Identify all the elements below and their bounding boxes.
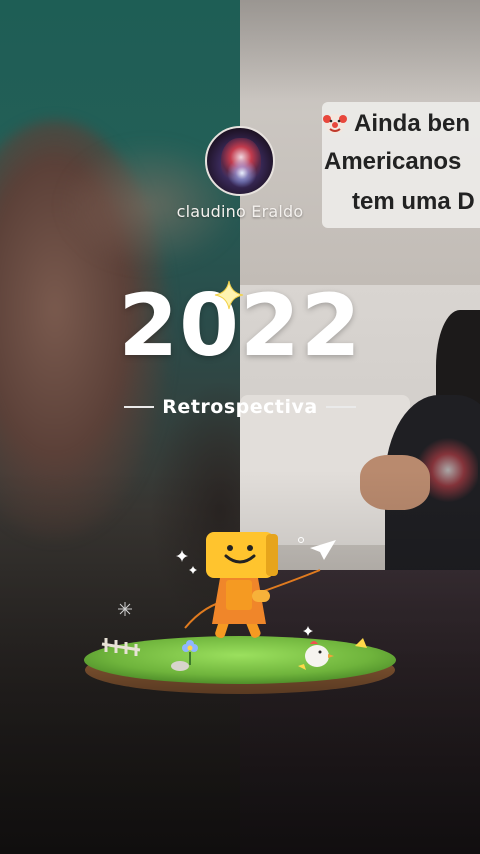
paper-plane-icon (310, 540, 336, 560)
box-head-mascot (184, 532, 321, 639)
caption-line-2: Americanos (324, 148, 462, 175)
avatar (205, 126, 275, 196)
mascot-illustration (84, 532, 396, 694)
caption-line-1: Ainda ben (322, 110, 470, 138)
sparkle-icon (303, 626, 313, 636)
background-video-right-top (240, 0, 480, 285)
subtitle: Retrospectiva (162, 396, 318, 418)
sparkle-icon (189, 566, 197, 574)
username: claudino Eraldo (176, 202, 304, 221)
retrospective-screen: Ainda ben Americanos tem uma D claudino … (0, 0, 480, 854)
sparkle-icon (214, 280, 244, 310)
divider-right (325, 406, 356, 408)
clown-face-icon (323, 114, 347, 134)
background-video-left (0, 0, 240, 854)
subtitle-row: Retrospectiva (0, 396, 480, 418)
sparkle-icon (176, 550, 188, 562)
divider-left (124, 406, 155, 408)
burst-icon (118, 602, 132, 616)
